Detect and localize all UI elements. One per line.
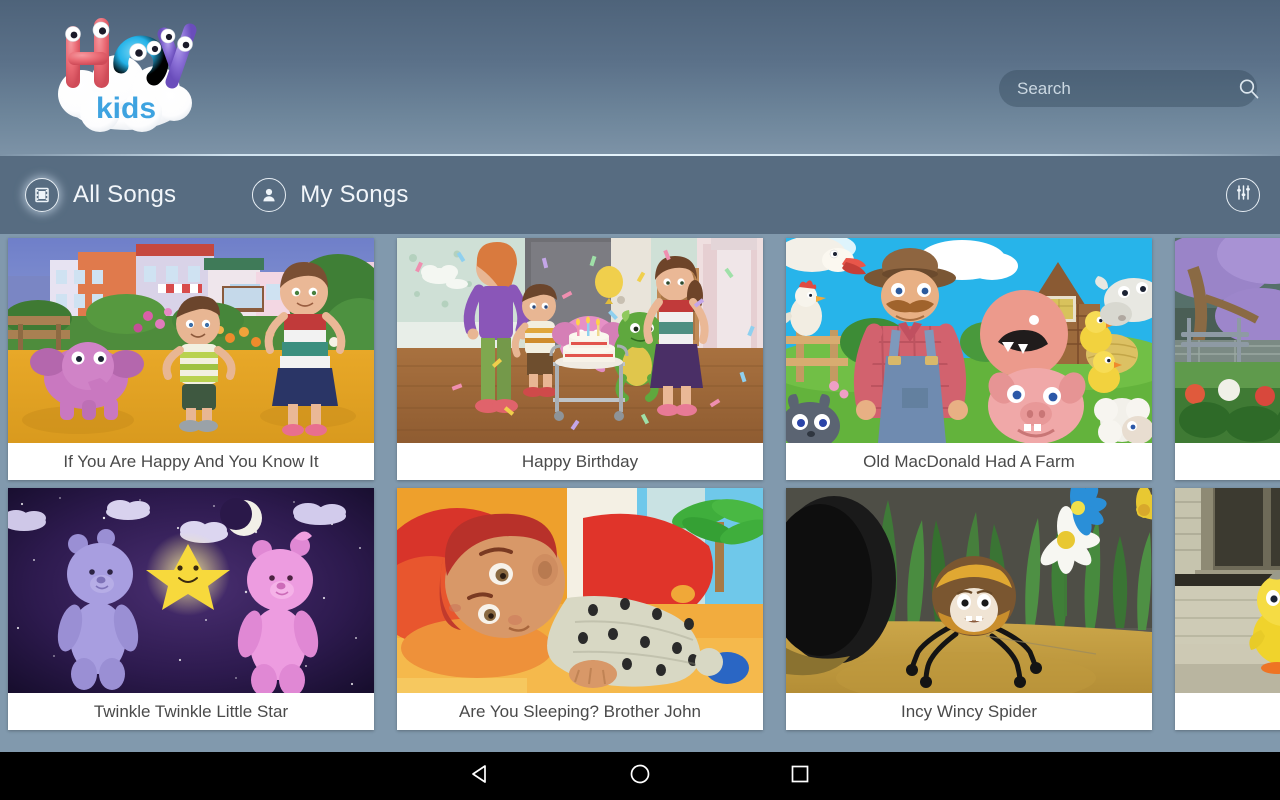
thumbnail-spider-grass-daisy <box>786 488 1152 693</box>
app-root: kids Search All Songs My Songs If You Ar… <box>0 0 1280 800</box>
app-header: kids <box>0 0 1280 156</box>
home-circle-icon <box>628 762 652 791</box>
song-card[interactable]: Happy Birthday <box>397 238 763 480</box>
grid-row: Twinkle Twinkle Little Star Are You Slee… <box>0 488 1280 738</box>
cloud <box>8 510 46 531</box>
person-icon <box>252 178 287 212</box>
sheep <box>1094 398 1152 443</box>
song-card[interactable] <box>1175 238 1280 480</box>
song-card[interactable]: Old MacDonald Had A Farm <box>786 238 1152 480</box>
song-card-title: Twinkle Twinkle Little Star <box>93 701 289 721</box>
tab-all-songs-label: All Songs <box>73 181 177 208</box>
thumbnail-farmer-pig-chicken-barn <box>786 238 1152 443</box>
song-card-title: Old MacDonald Had A Farm <box>863 451 1075 471</box>
thumbnail-night-sky-teddy-bears-star <box>8 488 374 693</box>
back-button[interactable] <box>400 762 560 791</box>
android-navigation-bar <box>0 752 1280 800</box>
hey-kids-logo: kids <box>34 8 220 142</box>
tab-bar: All Songs My Songs <box>0 156 1280 234</box>
song-grid[interactable]: If You Are Happy And You Know It Happy B… <box>0 234 1280 756</box>
home-button[interactable] <box>560 762 720 791</box>
film-strip-icon <box>25 178 59 212</box>
song-card[interactable] <box>1175 488 1280 730</box>
tab-all-songs[interactable]: All Songs <box>25 156 176 234</box>
back-triangle-icon <box>468 762 492 791</box>
song-card[interactable]: Twinkle Twinkle Little Star <box>8 488 374 730</box>
logo-kids-text: kids <box>96 92 156 125</box>
song-card-title <box>1175 443 1280 480</box>
thumbnail-purple-tree-park-bench <box>1175 238 1280 443</box>
tab-my-songs-label: My Songs <box>300 181 409 208</box>
tab-my-songs[interactable]: My Songs <box>252 156 408 234</box>
search-box[interactable] <box>999 70 1260 107</box>
thumbnail-birthday-party-cake-confetti <box>397 238 763 443</box>
grid-row: If You Are Happy And You Know It Happy B… <box>0 238 1280 488</box>
thumbnail-yellow-ducklings-barn <box>1175 488 1280 693</box>
song-card[interactable]: Are You Sleeping? Brother John <box>397 488 763 730</box>
song-card-title: Incy Wincy Spider <box>900 701 1038 721</box>
pig-monster <box>980 290 1068 378</box>
song-card-title: If You Are Happy And You Know It <box>63 451 319 471</box>
song-card-title <box>1175 693 1280 730</box>
farmer <box>853 248 968 443</box>
song-card-title: Are You Sleeping? Brother John <box>459 701 701 721</box>
smiling-star <box>146 532 230 616</box>
equalizer-sliders-icon <box>1234 183 1253 207</box>
thumbnail-boy-sleeping-panda-pajamas <box>397 488 763 693</box>
song-card[interactable]: Incy Wincy Spider <box>786 488 1152 730</box>
song-card[interactable]: If You Are Happy And You Know It <box>8 238 374 480</box>
recents-button[interactable] <box>720 762 880 791</box>
thumbnail-park-elephant-boy-girl <box>8 238 374 443</box>
song-card-title: Happy Birthday <box>521 451 639 471</box>
settings-button[interactable] <box>1226 178 1260 212</box>
search-input[interactable] <box>1017 78 1238 99</box>
recents-square-icon <box>788 762 812 791</box>
search-icon[interactable] <box>1238 78 1260 100</box>
